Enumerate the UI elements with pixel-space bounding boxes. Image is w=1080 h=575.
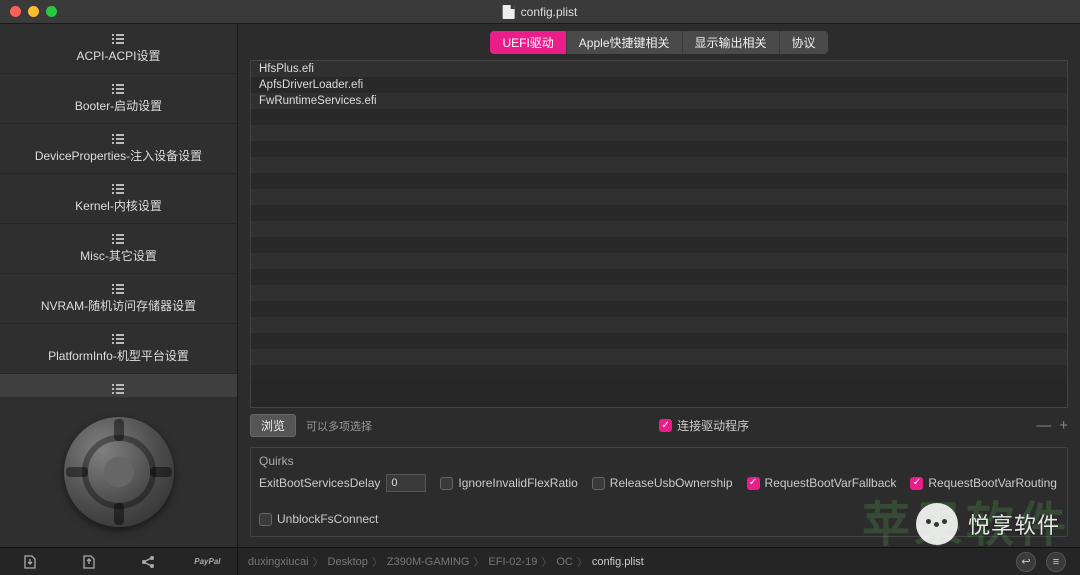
tab-0[interactable]: UEFI驱动 — [490, 31, 566, 54]
bottom-bar: PayPal duxingxiucai〉Desktop〉Z390M-GAMING… — [0, 547, 1080, 575]
paypal-icon[interactable]: PayPal — [198, 553, 216, 571]
titlebar: config.plist — [0, 0, 1080, 24]
list-item — [251, 317, 1067, 333]
sidebar-item-7[interactable]: UEFI-UEFI设置 — [0, 374, 237, 397]
list-item — [251, 333, 1067, 349]
list-item — [251, 157, 1067, 173]
list-item — [251, 269, 1067, 285]
checkbox-icon — [910, 477, 923, 490]
list-icon — [112, 234, 126, 244]
share-icon[interactable] — [139, 553, 157, 571]
tab-1[interactable]: Apple快捷键相关 — [567, 31, 683, 54]
list-icon — [112, 184, 126, 194]
breadcrumb-item[interactable]: config.plist — [592, 556, 644, 568]
quirks-panel: Quirks ExitBootServicesDelay IgnoreInvali… — [250, 447, 1068, 537]
breadcrumb[interactable]: duxingxiucai〉Desktop〉Z390M-GAMING〉EFI-02… — [238, 554, 1016, 570]
connect-drivers-checkbox[interactable]: 连接驱动程序 — [659, 417, 749, 434]
sidebar-item-0[interactable]: ACPI-ACPI设置 — [0, 24, 237, 74]
browse-button[interactable]: 浏览 — [250, 414, 296, 437]
list-item — [251, 173, 1067, 189]
breadcrumb-item[interactable]: Z390M-GAMING — [387, 556, 470, 568]
drivers-list[interactable]: HfsPlus.efiApfsDriverLoader.efiFwRuntime… — [250, 60, 1068, 408]
list-item — [251, 141, 1067, 157]
exit-boot-delay-label: ExitBootServicesDelay — [259, 476, 380, 490]
tab-2[interactable]: 显示输出相关 — [683, 31, 780, 54]
breadcrumb-item[interactable]: EFI-02-19 — [488, 556, 537, 568]
list-item — [251, 365, 1067, 381]
minimize-button[interactable] — [28, 6, 39, 17]
list-icon — [112, 84, 126, 94]
add-button[interactable]: + — [1059, 417, 1068, 434]
sidebar-item-5[interactable]: NVRAM-随机访问存储器设置 — [0, 274, 237, 324]
document-icon — [503, 5, 515, 19]
tab-3[interactable]: 协议 — [780, 31, 828, 54]
list-item — [251, 205, 1067, 221]
list-view-button[interactable]: ≡ — [1046, 552, 1066, 572]
list-item — [251, 237, 1067, 253]
list-item — [251, 109, 1067, 125]
list-item[interactable]: FwRuntimeServices.efi — [251, 93, 1067, 109]
tabs: UEFI驱动Apple快捷键相关显示输出相关协议 — [238, 24, 1080, 60]
sidebar-item-label: Misc-其它设置 — [80, 247, 157, 264]
window-title: config.plist — [521, 5, 578, 19]
sidebar-item-1[interactable]: Booter-启动设置 — [0, 74, 237, 124]
multi-select-hint: 可以多项选择 — [306, 418, 372, 434]
list-icon — [112, 284, 126, 294]
list-item — [251, 189, 1067, 205]
sidebar-item-label: PlatformInfo-机型平台设置 — [48, 347, 189, 364]
sidebar-item-label: Kernel-内核设置 — [75, 197, 162, 214]
quirks-title: Quirks — [259, 454, 1059, 468]
close-button[interactable] — [10, 6, 21, 17]
import-icon[interactable] — [21, 553, 39, 571]
breadcrumb-item[interactable]: Desktop — [328, 556, 368, 568]
list-item — [251, 125, 1067, 141]
checkbox-icon — [659, 419, 672, 432]
quirk-ReleaseUsbOwnership[interactable]: ReleaseUsbOwnership — [592, 476, 733, 490]
quirk-RequestBootVarRouting[interactable]: RequestBootVarRouting — [910, 476, 1057, 490]
sidebar: ACPI-ACPI设置 Booter-启动设置 DeviceProperties-注… — [0, 24, 238, 547]
quirk-UnblockFsConnect[interactable]: UnblockFsConnect — [259, 512, 378, 526]
export-icon[interactable] — [80, 553, 98, 571]
list-item — [251, 253, 1067, 269]
list-icon — [112, 384, 126, 394]
breadcrumb-item[interactable]: OC — [556, 556, 573, 568]
sidebar-item-6[interactable]: PlatformInfo-机型平台设置 — [0, 324, 237, 374]
list-item[interactable]: HfsPlus.efi — [251, 61, 1067, 77]
sidebar-item-4[interactable]: Misc-其它设置 — [0, 224, 237, 274]
checkbox-icon — [592, 477, 605, 490]
back-nav-button[interactable]: ↩ — [1016, 552, 1036, 572]
list-item — [251, 285, 1067, 301]
breadcrumb-item[interactable]: duxingxiucai — [248, 556, 309, 568]
list-item — [251, 301, 1067, 317]
list-icon — [112, 134, 126, 144]
chevron-right-icon: 〉 — [313, 554, 324, 570]
checkbox-icon — [747, 477, 760, 490]
list-icon — [112, 34, 126, 44]
dial-widget[interactable] — [64, 417, 174, 527]
checkbox-icon — [259, 513, 272, 526]
quirk-RequestBootVarFallback[interactable]: RequestBootVarFallback — [747, 476, 897, 490]
exit-boot-delay-input[interactable] — [386, 474, 426, 492]
list-icon — [112, 334, 126, 344]
list-item — [251, 221, 1067, 237]
sidebar-item-2[interactable]: DeviceProperties-注入设备设置 — [0, 124, 237, 174]
remove-button[interactable]: — — [1036, 417, 1051, 434]
sidebar-item-label: DeviceProperties-注入设备设置 — [35, 147, 202, 164]
chevron-right-icon: 〉 — [577, 554, 588, 570]
sidebar-item-3[interactable]: Kernel-内核设置 — [0, 174, 237, 224]
sidebar-item-label: ACPI-ACPI设置 — [76, 47, 160, 64]
list-item[interactable]: ApfsDriverLoader.efi — [251, 77, 1067, 93]
zoom-button[interactable] — [46, 6, 57, 17]
checkbox-icon — [440, 477, 453, 490]
list-item — [251, 349, 1067, 365]
sidebar-item-label: NVRAM-随机访问存储器设置 — [41, 297, 196, 314]
chevron-right-icon: 〉 — [473, 554, 484, 570]
chevron-right-icon: 〉 — [541, 554, 552, 570]
sidebar-item-label: Booter-启动设置 — [75, 97, 162, 114]
chevron-right-icon: 〉 — [372, 554, 383, 570]
quirk-IgnoreInvalidFlexRatio[interactable]: IgnoreInvalidFlexRatio — [440, 476, 577, 490]
